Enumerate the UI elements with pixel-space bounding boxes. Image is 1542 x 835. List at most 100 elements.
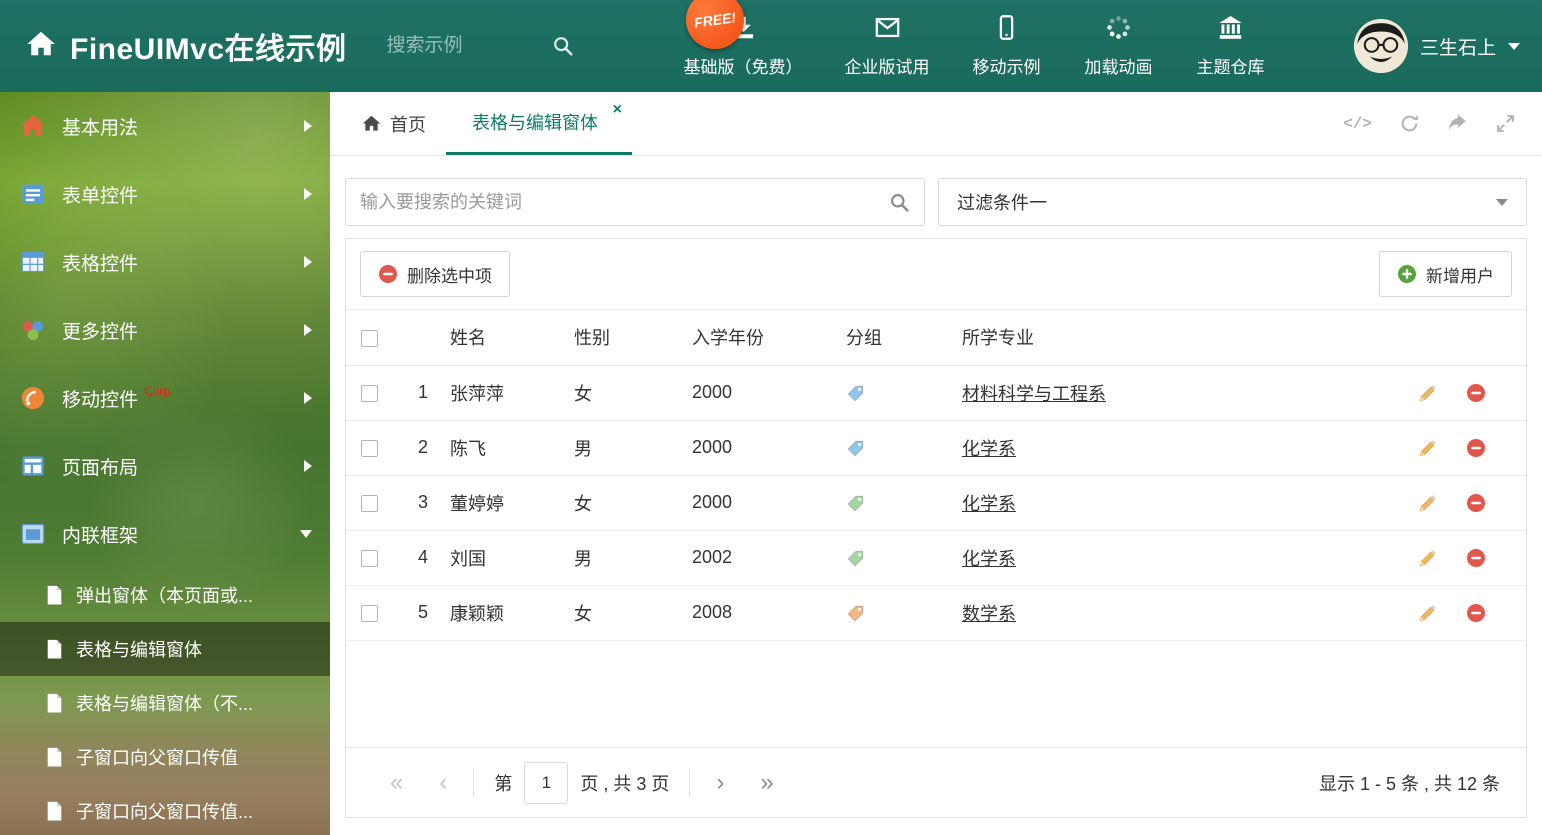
- file-icon: [46, 693, 63, 714]
- delete-icon[interactable]: [1466, 547, 1486, 568]
- tab-home[interactable]: 首页: [342, 92, 446, 155]
- row-index: 5: [394, 585, 450, 641]
- nav-enterprise-trial[interactable]: 企业版试用: [845, 14, 930, 78]
- sidebar-subitem-label: 子窗口向父窗口传值: [76, 748, 238, 768]
- user-menu[interactable]: 三生石上: [1353, 19, 1520, 73]
- delete-icon[interactable]: [1466, 437, 1486, 458]
- search-icon[interactable]: [889, 192, 910, 213]
- row-checkbox[interactable]: [361, 439, 378, 457]
- major-link[interactable]: 化学系: [962, 549, 1016, 569]
- tab-grid-edit-window[interactable]: 表格与编辑窗体 ×: [446, 92, 632, 155]
- edit-icon[interactable]: [1418, 382, 1437, 403]
- row-checkbox[interactable]: [361, 549, 378, 567]
- sidebar-item-label: 基本用法: [62, 117, 139, 139]
- sidebar-item-mobile-controls[interactable]: 移动控件 Corp.: [0, 364, 330, 432]
- delete-selected-button[interactable]: 删除选中项: [360, 251, 510, 297]
- first-page-button[interactable]: «: [372, 769, 421, 797]
- nav-loading-animation[interactable]: 加载动画: [1084, 14, 1154, 78]
- select-all-checkbox[interactable]: [361, 329, 378, 347]
- sidebar-item-iframe[interactable]: 内联框架: [0, 500, 330, 568]
- edit-icon[interactable]: [1418, 547, 1437, 568]
- sidebar-subitem-grid-edit-window[interactable]: 表格与编辑窗体: [0, 622, 330, 676]
- sidebar-item-label: 表格控件: [62, 253, 139, 275]
- file-icon: [46, 747, 63, 768]
- filter-dropdown[interactable]: 过滤条件一: [938, 178, 1527, 226]
- keyword-search-box: [345, 178, 925, 226]
- spinner-icon: [1105, 14, 1132, 46]
- delete-icon[interactable]: [1466, 602, 1486, 623]
- col-header-year: 入学年份: [692, 310, 846, 366]
- nav-label: 加载动画: [1084, 58, 1153, 77]
- page-number-input[interactable]: [524, 761, 569, 804]
- sidebar: 基本用法 表单控件 表格控件 更多控件 移动控件 Corp. 页面布局 内联框架…: [0, 92, 330, 835]
- edit-icon[interactable]: [1418, 437, 1437, 458]
- sidebar-subgroup: 弹出窗体（本页面或... 表格与编辑窗体 表格与编辑窗体（不... 子窗口向父窗…: [0, 568, 330, 835]
- sidebar-item-grid-controls[interactable]: 表格控件: [0, 228, 330, 296]
- cell-name: 张萍萍: [450, 365, 574, 421]
- sidebar-subitem-child-to-parent[interactable]: 子窗口向父窗口传值: [0, 730, 330, 784]
- source-code-icon[interactable]: </>: [1343, 115, 1372, 133]
- sidebar-subitem-child-to-parent-2[interactable]: 子窗口向父窗口传值...: [0, 784, 330, 835]
- next-page-button[interactable]: ›: [698, 769, 742, 797]
- page-label-before: 第: [494, 773, 513, 794]
- nav-mobile-demo[interactable]: 移动示例: [972, 14, 1042, 78]
- table-header-row: 姓名 性别 入学年份 分组 所学专业: [346, 310, 1526, 366]
- sidebar-item-basic-usage[interactable]: 基本用法: [0, 92, 330, 160]
- brand[interactable]: FineUIMvc在线示例: [26, 24, 347, 68]
- sidebar-subitem-label: 弹出窗体（本页面或...: [76, 586, 254, 606]
- table-row: 2 陈飞 男 2000 化学系: [346, 420, 1526, 476]
- pagination-bar: « ‹ 第 页 , 共 3 页 › » 显示 1 - 5 条 , 共 12 条: [346, 747, 1526, 817]
- main-content: 首页 表格与编辑窗体 × </> 过滤条件一: [330, 92, 1542, 835]
- major-link[interactable]: 数学系: [962, 604, 1016, 624]
- cell-gender: 女: [574, 365, 692, 421]
- edit-icon[interactable]: [1418, 602, 1437, 623]
- edit-icon[interactable]: [1418, 492, 1437, 513]
- add-user-button[interactable]: 新增用户: [1379, 251, 1512, 297]
- file-icon: [46, 639, 63, 660]
- close-icon[interactable]: ×: [613, 102, 622, 118]
- cell-year: 2002: [692, 530, 846, 586]
- table-icon: [20, 249, 46, 275]
- refresh-icon[interactable]: [1399, 113, 1420, 134]
- sidebar-subitem-label: 表格与编辑窗体: [76, 640, 202, 660]
- delete-icon[interactable]: [1466, 382, 1486, 403]
- cell-name: 董婷婷: [450, 475, 574, 531]
- keyword-search-input[interactable]: [360, 191, 889, 213]
- sidebar-subitem-popup-window[interactable]: 弹出窗体（本页面或...: [0, 568, 330, 622]
- tag-icon: [847, 440, 864, 457]
- sidebar-subitem-label: 子窗口向父窗口传值...: [76, 802, 254, 822]
- header-search-input[interactable]: [386, 35, 552, 57]
- sidebar-subitem-grid-edit-window-2[interactable]: 表格与编辑窗体（不...: [0, 676, 330, 730]
- major-link[interactable]: 材料科学与工程系: [962, 384, 1106, 404]
- open-new-window-icon[interactable]: [1447, 113, 1468, 134]
- sidebar-item-form-controls[interactable]: 表单控件: [0, 160, 330, 228]
- grid-panel: 删除选中项 新增用户 姓名 性别 入学年份 分组 所学专业 1 张萍萍 女 20…: [345, 238, 1527, 818]
- page-label-after: 页 , 共 3 页: [580, 773, 670, 794]
- delete-icon[interactable]: [1466, 492, 1486, 513]
- table-row: 5 康颖颖 女 2008 数学系: [346, 585, 1526, 641]
- row-checkbox[interactable]: [361, 494, 378, 512]
- last-page-button[interactable]: »: [742, 769, 791, 797]
- chevron-right-icon: [304, 120, 312, 132]
- nav-label: 企业版试用: [844, 58, 930, 77]
- delete-selected-label: 删除选中项: [407, 266, 492, 286]
- sidebar-item-label: 表单控件: [62, 185, 139, 207]
- prev-page-button[interactable]: ‹: [421, 769, 465, 797]
- table-row: 3 董婷婷 女 2000 化学系: [346, 475, 1526, 531]
- maximize-icon[interactable]: [1495, 113, 1516, 134]
- nav-label: 移动示例: [972, 58, 1041, 77]
- nav-theme-store[interactable]: 主题仓库: [1196, 14, 1266, 78]
- row-checkbox[interactable]: [361, 604, 378, 622]
- sidebar-item-page-layout[interactable]: 页面布局: [0, 432, 330, 500]
- search-icon[interactable]: [552, 35, 574, 57]
- header-search: [386, 35, 592, 57]
- cell-gender: 男: [574, 420, 692, 476]
- major-link[interactable]: 化学系: [962, 439, 1016, 459]
- mail-icon: [874, 14, 901, 46]
- chevron-right-icon: [304, 392, 312, 404]
- major-link[interactable]: 化学系: [962, 494, 1016, 514]
- row-checkbox[interactable]: [361, 384, 378, 402]
- row-index: 4: [394, 530, 450, 586]
- sidebar-item-more-controls[interactable]: 更多控件: [0, 296, 330, 364]
- header-nav: 基础版（免费） 企业版试用 移动示例 加载动画 主题仓库: [684, 14, 1266, 78]
